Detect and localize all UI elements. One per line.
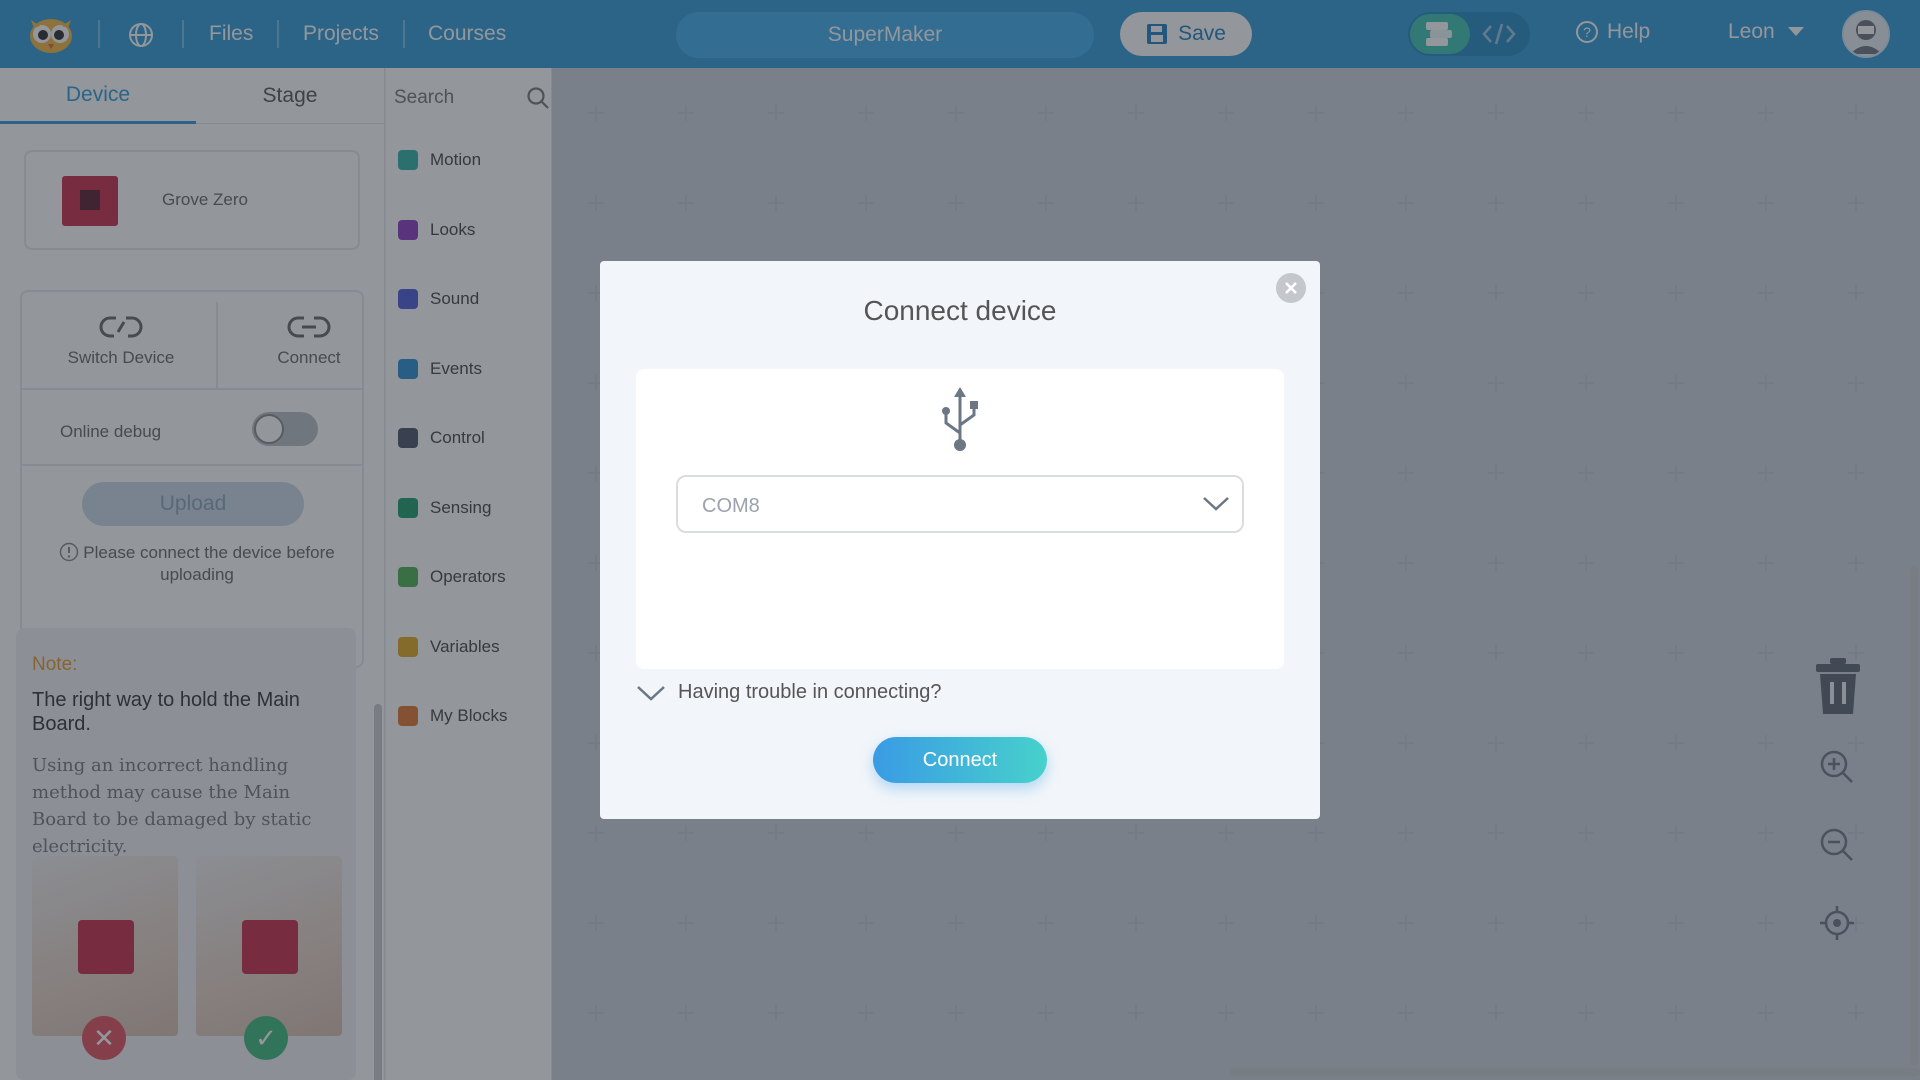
trouble-toggle[interactable]: Having trouble in connecting? (636, 681, 942, 704)
close-button[interactable] (1276, 273, 1306, 303)
port-panel: COM8 (636, 369, 1284, 669)
usb-icon (942, 387, 978, 451)
chevron-down-icon (1203, 497, 1229, 511)
connect-button[interactable]: Connect (873, 737, 1047, 783)
trouble-label: Having trouble in connecting? (678, 681, 942, 703)
dialog-title: Connect device (863, 295, 1057, 326)
close-icon (1285, 282, 1297, 294)
connect-device-dialog: Connect device COM8 Having trouble in co… (600, 261, 1320, 819)
chevron-down-icon (637, 685, 665, 701)
port-select[interactable]: COM8 (676, 475, 1244, 533)
port-value: COM8 (702, 495, 760, 517)
